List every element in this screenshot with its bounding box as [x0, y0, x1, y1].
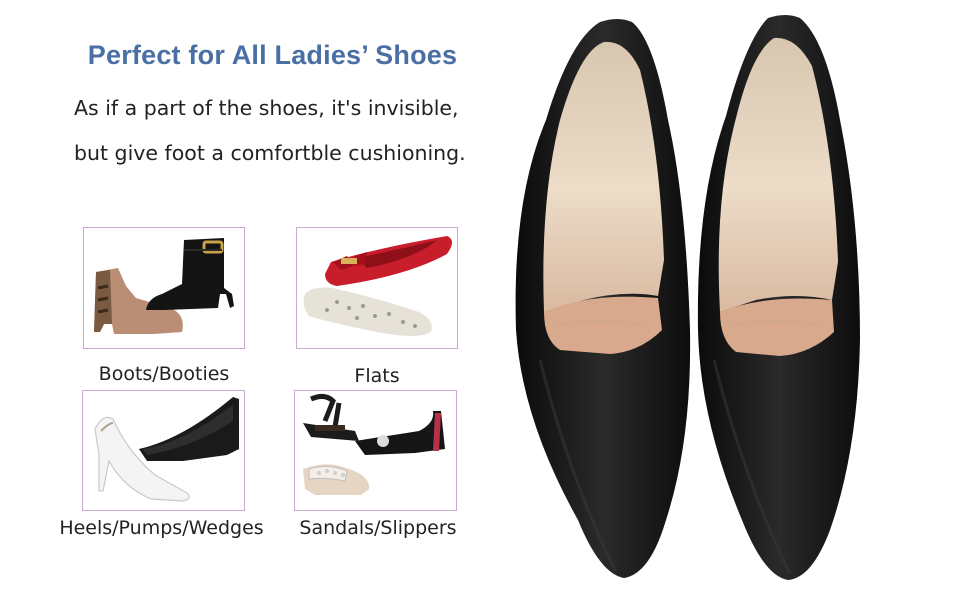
- right-shoe: [697, 15, 860, 580]
- left-shoe: [515, 19, 691, 578]
- sandals-photo: [303, 393, 445, 495]
- sandals-card: [294, 390, 457, 511]
- boots-photo: [94, 238, 234, 334]
- headline: Perfect for All Ladies’ Shoes: [87, 40, 458, 70]
- flats-photo: [303, 236, 452, 336]
- description-line-1: As if a part of the shoes, it's invisibl…: [74, 96, 459, 120]
- flats-card: [296, 227, 458, 349]
- category-label-sandals: Sandals/Slippers: [299, 517, 457, 539]
- category-label-boots: Boots/Booties: [98, 363, 230, 385]
- description-line-2: but give foot a comfortble cushioning.: [74, 141, 466, 165]
- boots-card: [83, 227, 245, 349]
- black-pumps-photo: [515, 15, 860, 580]
- heels-photo: [94, 397, 239, 502]
- category-label-heels: Heels/Pumps/Wedges: [59, 517, 264, 539]
- heels-card: [82, 390, 245, 511]
- category-label-flats: Flats: [354, 365, 400, 387]
